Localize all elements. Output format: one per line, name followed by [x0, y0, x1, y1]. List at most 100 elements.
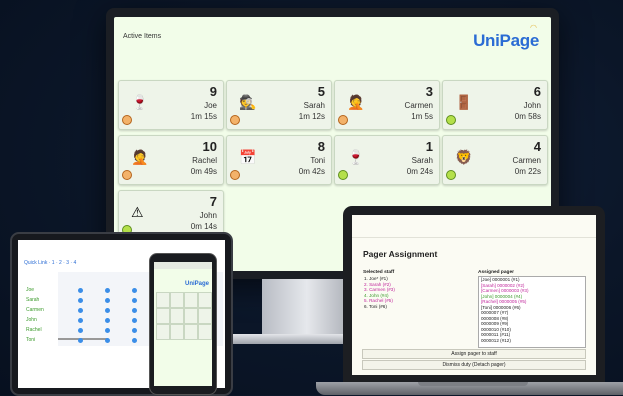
- assign-pager-button[interactable]: Assign pager to staff: [362, 349, 586, 359]
- tablet-status-dot[interactable]: [105, 288, 110, 293]
- item-elapsed-time: 0m 22s: [514, 167, 541, 176]
- item-icon: 🤦: [347, 94, 365, 110]
- tablet-status-dot[interactable]: [78, 288, 83, 293]
- item-icon: 🤦: [131, 149, 149, 165]
- item-elapsed-time: 1m 5s: [411, 112, 433, 121]
- item-icon: 📅: [239, 149, 257, 165]
- item-card[interactable]: 📅 8 Toni 0m 42s: [226, 135, 332, 185]
- tablet-status-dot[interactable]: [78, 328, 83, 333]
- phone-item-card[interactable]: [156, 292, 170, 308]
- item-number: 4: [533, 139, 541, 154]
- tablet-staff-name: John: [26, 317, 37, 323]
- tablet-staff-name: Toni: [26, 337, 36, 343]
- tablet-staff-name: Sarah: [26, 297, 40, 303]
- status-dot: [230, 115, 240, 125]
- status-dot: [338, 115, 348, 125]
- item-elapsed-time: 0m 14s: [190, 222, 217, 231]
- laptop-device: Pager Assignment Selected staff Assigned…: [343, 206, 605, 383]
- monitor-stand: [262, 279, 352, 339]
- item-icon: 🚪: [455, 94, 473, 110]
- tablet-staff-name: Rachel: [26, 327, 42, 333]
- item-staff-name: John: [523, 101, 541, 110]
- item-card[interactable]: 🚪 6 John 0m 58s: [442, 80, 548, 130]
- tablet-status-dot[interactable]: [132, 308, 137, 313]
- item-icon: 🍷: [347, 149, 365, 165]
- tablet-staff-list: Joe Sarah Carmen John Rachel Toni: [26, 287, 44, 347]
- phone-item-card[interactable]: [198, 292, 212, 308]
- selected-staff-label: Selected staff: [363, 270, 395, 275]
- tablet-status-dot[interactable]: [105, 298, 110, 303]
- tablet-status-dot[interactable]: [132, 288, 137, 293]
- item-staff-name: Toni: [310, 156, 325, 165]
- tablet-status-dot[interactable]: [78, 338, 83, 343]
- item-elapsed-time: 0m 58s: [514, 112, 541, 121]
- laptop-screen: Pager Assignment Selected staff Assigned…: [352, 215, 596, 375]
- phone-device: UniPage: [149, 253, 217, 395]
- tablet-scrollbar[interactable]: [58, 338, 108, 340]
- status-dot: [122, 170, 132, 180]
- pager-assignment-title: Pager Assignment: [363, 249, 438, 259]
- item-staff-name: Carmen: [512, 156, 541, 165]
- status-dot: [446, 170, 456, 180]
- item-number: 10: [202, 139, 217, 154]
- item-number: 9: [209, 84, 217, 99]
- item-number: 1: [425, 139, 433, 154]
- phone-item-card[interactable]: [170, 308, 184, 324]
- tablet-status-dot[interactable]: [78, 298, 83, 303]
- dismiss-duty-button[interactable]: Dismiss duty (Detach pager): [362, 360, 586, 370]
- selected-staff-list[interactable]: 1. Joe* (#1) 2. Sarah (#2) 3. Carmen (#3) 4…: [362, 276, 470, 346]
- tablet-status-dot[interactable]: [78, 308, 83, 313]
- phone-logo: UniPage: [184, 281, 209, 287]
- tablet-staff-name: Joe: [26, 287, 35, 293]
- item-card[interactable]: 🦁 4 Carmen 0m 22s: [442, 135, 548, 185]
- tablet-status-dot[interactable]: [105, 318, 110, 323]
- phone-item-card[interactable]: [170, 292, 184, 308]
- tablet-status-dot[interactable]: [105, 338, 110, 343]
- item-elapsed-time: 1m 15s: [190, 112, 217, 121]
- phone-item-card[interactable]: [198, 308, 212, 324]
- item-elapsed-time: 0m 42s: [298, 167, 325, 176]
- phone-item-card[interactable]: [184, 324, 198, 340]
- tablet-status-dot[interactable]: [132, 318, 137, 323]
- tablet-status-dot[interactable]: [105, 308, 110, 313]
- phone-item-card[interactable]: [198, 324, 212, 340]
- status-dot: [446, 115, 456, 125]
- tablet-status-dot[interactable]: [78, 318, 83, 323]
- item-elapsed-time: 0m 49s: [190, 167, 217, 176]
- item-elapsed-time: 0m 24s: [406, 167, 433, 176]
- item-staff-name: Rachel: [192, 156, 217, 165]
- item-number: 3: [425, 84, 433, 99]
- assigned-pager-label: Assigned pager: [478, 270, 514, 275]
- status-dot: [338, 170, 348, 180]
- item-icon: 🦁: [455, 149, 473, 165]
- item-staff-name: John: [199, 211, 217, 220]
- assigned-pager-list[interactable]: [Joe] 0000001 (#1) [Sarah] 0000002 (#2) [C…: [478, 276, 586, 348]
- phone-item-card[interactable]: [184, 292, 198, 308]
- tablet-status-dot[interactable]: [132, 328, 137, 333]
- tablet-staff-name: Carmen: [26, 307, 44, 313]
- item-icon: 🕵️: [239, 94, 257, 110]
- tablet-status-dot[interactable]: [132, 338, 137, 343]
- tablet-status-dot[interactable]: [132, 298, 137, 303]
- list-item[interactable]: 6. Toni (#6): [362, 304, 470, 310]
- status-dot: [122, 115, 132, 125]
- item-card[interactable]: 🍷 1 Sarah 0m 24s: [334, 135, 440, 185]
- item-icon: 🍷: [131, 94, 149, 110]
- item-staff-name: Joe: [204, 101, 217, 110]
- item-icon: ⚠: [131, 204, 144, 220]
- laptop-notch: [418, 382, 528, 386]
- item-card[interactable]: 🤦 3 Carmen 1m 5s: [334, 80, 440, 130]
- item-card[interactable]: 🕵️ 5 Sarah 1m 12s: [226, 80, 332, 130]
- item-number: 5: [317, 84, 325, 99]
- phone-item-card[interactable]: [156, 324, 170, 340]
- divider: [352, 237, 596, 238]
- unipage-logo: UniPage: [473, 31, 539, 50]
- item-card[interactable]: 🍷 9 Joe 1m 15s: [118, 80, 224, 130]
- item-card[interactable]: 🤦 10 Rachel 0m 49s: [118, 135, 224, 185]
- tablet-status-dot[interactable]: [105, 328, 110, 333]
- phone-item-card[interactable]: [184, 308, 198, 324]
- list-item[interactable]: 0000012 (#12): [479, 338, 585, 344]
- phone-item-card[interactable]: [170, 324, 184, 340]
- page-title: Active Items: [123, 33, 162, 40]
- phone-item-card[interactable]: [156, 308, 170, 324]
